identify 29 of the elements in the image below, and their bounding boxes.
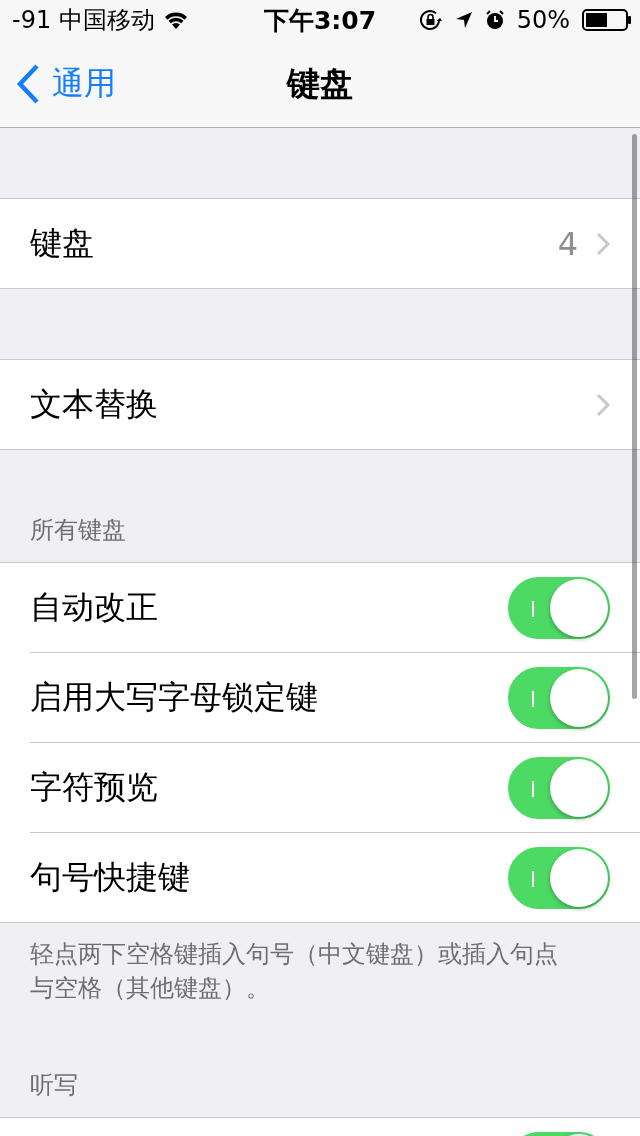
battery-percentage: 50% (516, 6, 570, 34)
back-button[interactable]: 通用 (0, 62, 116, 106)
row-value: 4 (557, 224, 578, 263)
row-label: 文本替换 (30, 383, 158, 425)
wifi-icon (163, 10, 190, 30)
section-header: 听写 (30, 1070, 78, 1101)
rotation-lock-icon (418, 9, 443, 31)
row-label: 启用大写字母锁定键 (30, 676, 318, 718)
chevron-icon (596, 231, 610, 256)
signal-strength: -91 (12, 6, 52, 34)
section-footer: 轻点两下空格键插入句号（中文键盘）或插入句点与空格（其他键盘）。 (30, 937, 570, 1005)
battery-icon (582, 9, 632, 31)
row-label: 句号快捷键 (30, 856, 190, 898)
back-label[interactable]: 通用 (52, 62, 116, 106)
row-label: 字符预览 (30, 766, 158, 808)
alarm-clock-icon (484, 10, 505, 30)
row-label: 自动改正 (30, 586, 158, 628)
row-label: 键盘 (30, 222, 94, 264)
clock-time: 下午3:07 (263, 4, 377, 37)
toggle-switch[interactable] (508, 666, 610, 729)
chevron-icon (596, 392, 610, 417)
back-chevron-icon (16, 64, 40, 104)
screen-title: 键盘 (287, 62, 353, 105)
toggle-switch[interactable] (508, 756, 610, 819)
carrier-name: 中国移动 (59, 5, 156, 36)
section-header: 所有键盘 (30, 515, 126, 546)
toggle-switch[interactable] (508, 846, 610, 909)
toggle-switch[interactable] (508, 576, 610, 639)
location-arrow-icon (454, 11, 473, 29)
